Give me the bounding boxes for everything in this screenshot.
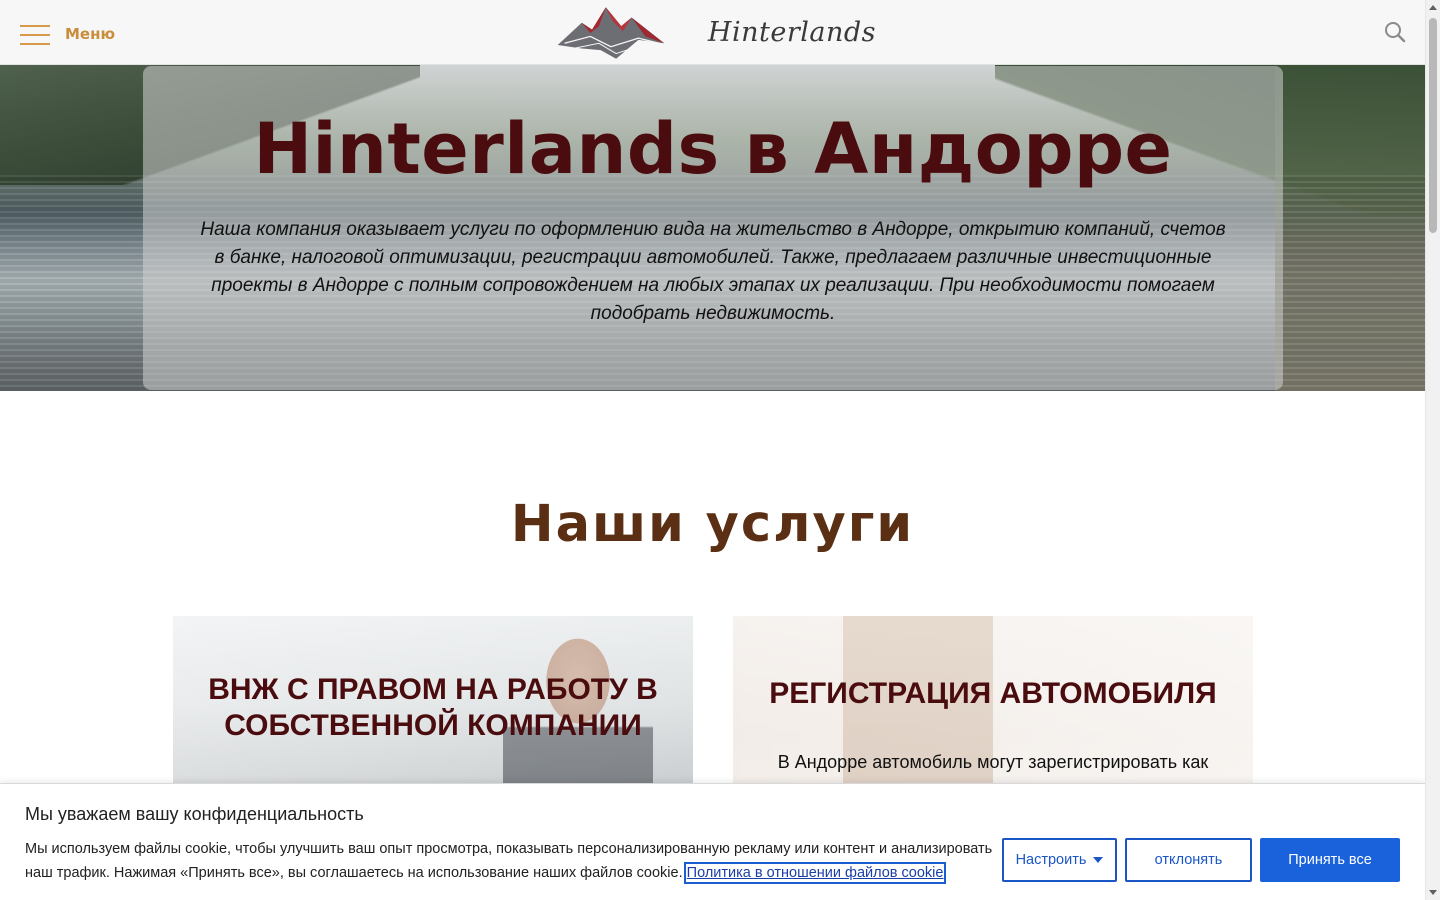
site-header: Меню Hinterlands xyxy=(0,0,1425,65)
site-logo[interactable]: Hinterlands xyxy=(556,0,876,65)
cookie-policy-link[interactable]: Политика в отношении файлов cookie xyxy=(683,862,947,884)
service-card-text: В Андорре автомобиль могут зарегистриров… xyxy=(777,752,1209,772)
scroll-up-icon[interactable] xyxy=(1429,5,1437,10)
hamburger-icon xyxy=(20,23,50,45)
service-card-title: ВНЖ С ПРАВОМ НА РАБОТУ В СОБСТВЕННОЙ КОМ… xyxy=(208,673,658,742)
cookie-title: Мы уважаем вашу конфиденциальность xyxy=(25,804,364,824)
customize-label: Настроить xyxy=(1015,852,1087,868)
menu-label: Меню xyxy=(65,25,116,43)
cookie-text: Мы используем файлы cookie, чтобы улучши… xyxy=(25,837,995,885)
menu-button[interactable]: Меню xyxy=(20,20,120,48)
scroll-down-icon[interactable] xyxy=(1429,890,1437,895)
accept-label: Принять все xyxy=(1288,852,1372,868)
hero-banner: Hinterlands в Андорре Наша компания оказ… xyxy=(0,65,1425,391)
service-card-title: РЕГИСТРАЦИЯ АВТОМОБИЛЯ xyxy=(769,677,1217,710)
hero-title: Hinterlands в Андорре xyxy=(253,108,1173,190)
logo-text: Hinterlands xyxy=(707,17,876,48)
mountain-logo-icon xyxy=(557,6,665,59)
scroll-thumb[interactable] xyxy=(1429,18,1437,233)
page-scrollbar[interactable] xyxy=(1425,0,1440,900)
cookie-consent-banner: Мы уважаем вашу конфиденциальность Мы ис… xyxy=(0,783,1425,900)
hero-text-panel: Hinterlands в Андорре Наша компания оказ… xyxy=(143,66,1283,390)
caret-down-icon xyxy=(1093,857,1104,863)
hero-description: Наша компания оказывает услуги по оформл… xyxy=(200,219,1226,324)
reject-button[interactable]: отклонять xyxy=(1125,838,1252,882)
services-heading: Наши услуги xyxy=(510,495,915,554)
reject-label: отклонять xyxy=(1154,852,1223,868)
search-button[interactable] xyxy=(1383,20,1407,44)
customize-button[interactable]: Настроить xyxy=(1002,838,1117,882)
accept-all-button[interactable]: Принять все xyxy=(1260,838,1400,882)
search-icon xyxy=(1385,22,1406,43)
